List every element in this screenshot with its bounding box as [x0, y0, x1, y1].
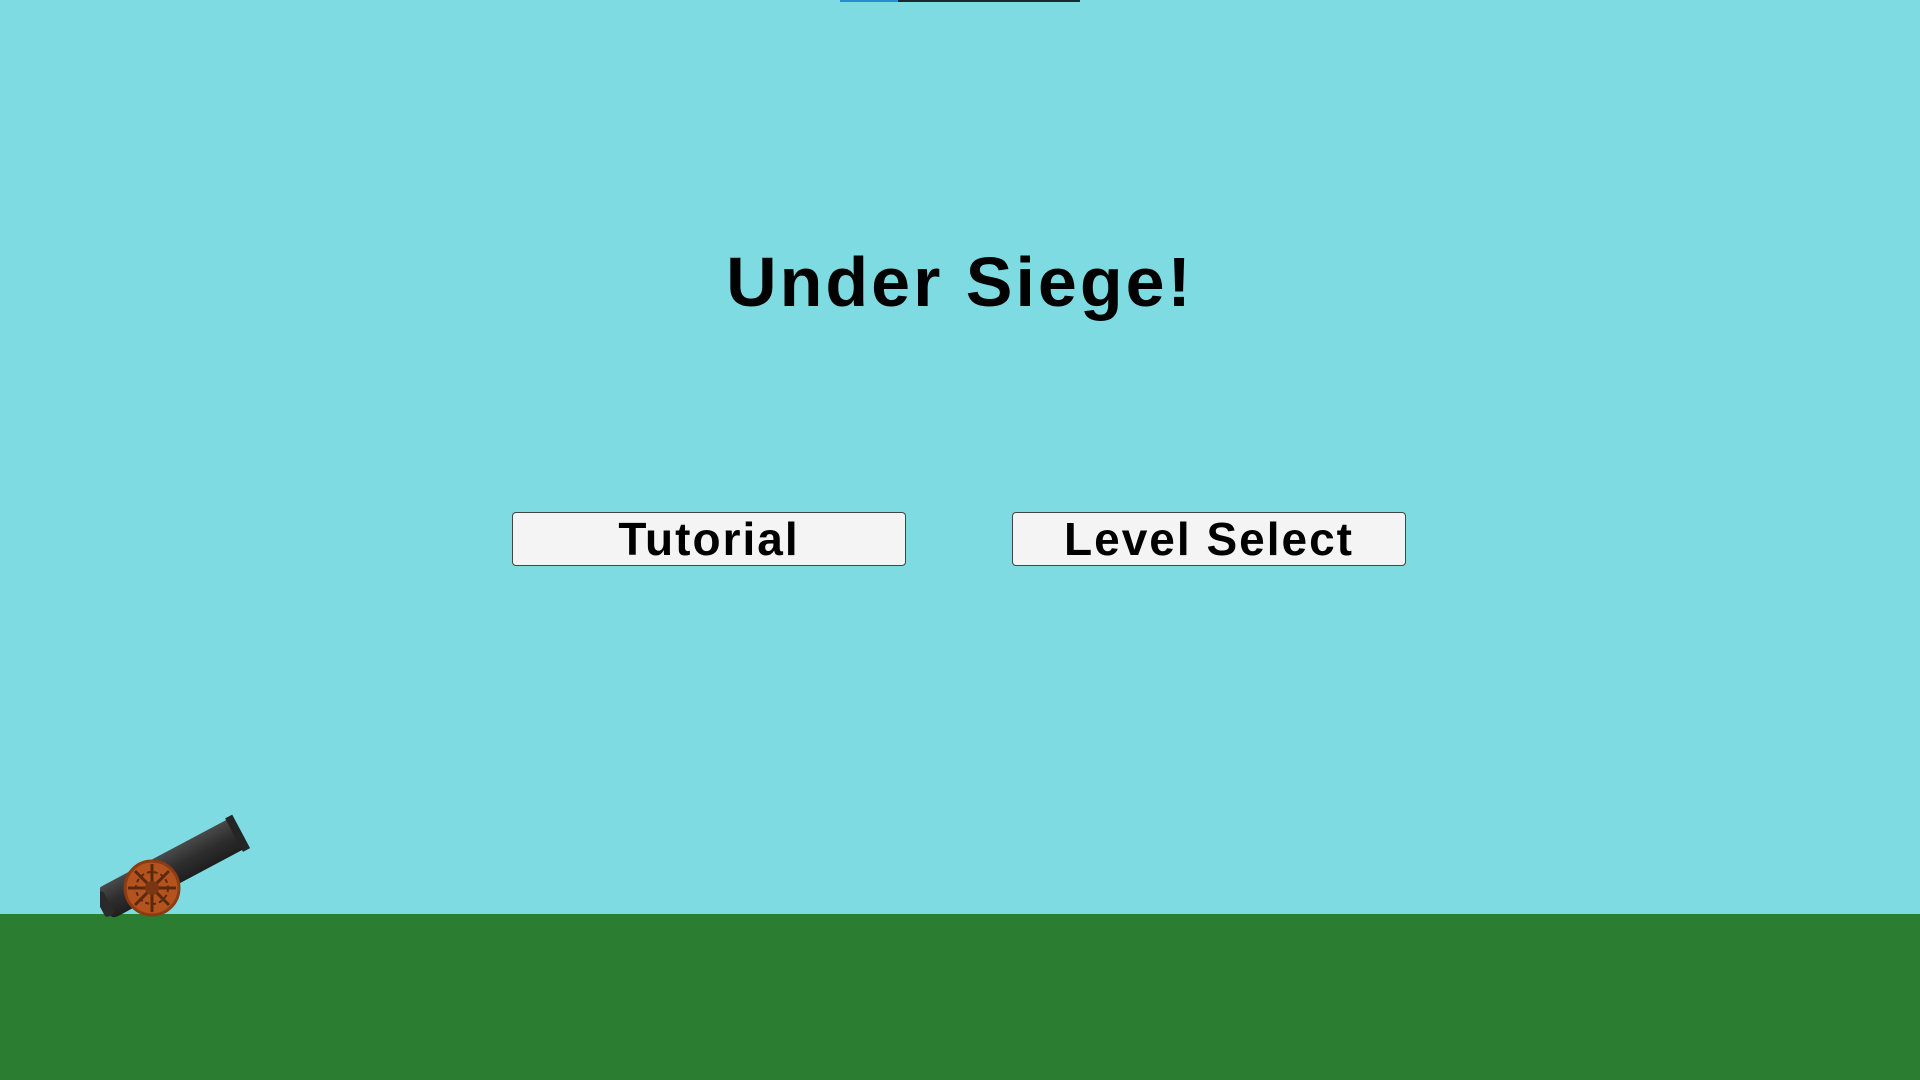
ground	[0, 914, 1920, 1080]
loading-progress-fill	[840, 0, 898, 2]
sky-background	[0, 0, 1920, 914]
game-title: Under Siege!	[726, 243, 1194, 321]
level-select-button[interactable]: Level Select	[1012, 512, 1406, 566]
cannon-wheel	[123, 859, 181, 917]
game-scene: Under Siege! Tutorial Level Select	[0, 0, 1920, 1080]
loading-progress-track	[898, 0, 1080, 2]
cannon-icon	[100, 814, 251, 918]
loading-progress-bar	[840, 0, 1080, 2]
tutorial-button[interactable]: Tutorial	[512, 512, 906, 566]
